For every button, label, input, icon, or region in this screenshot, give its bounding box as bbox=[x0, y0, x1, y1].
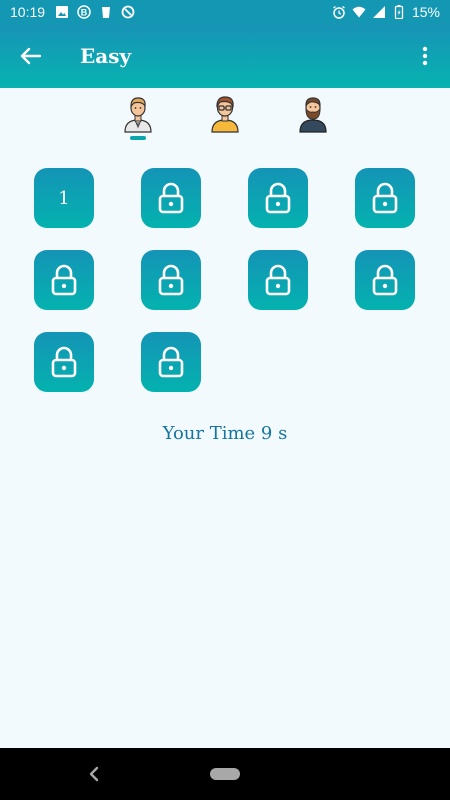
lock-icon bbox=[372, 264, 398, 296]
battery-percent: 15% bbox=[411, 4, 440, 20]
level-tile-locked[interactable] bbox=[141, 168, 201, 228]
level-tile-locked[interactable] bbox=[248, 250, 308, 310]
more-vert-icon bbox=[422, 46, 428, 66]
level-number: 1 bbox=[58, 187, 70, 209]
lock-icon bbox=[158, 182, 184, 214]
alarm-icon bbox=[333, 5, 345, 19]
level-tile-locked[interactable] bbox=[355, 250, 415, 310]
nav-back-icon[interactable] bbox=[84, 762, 104, 786]
level-tile-locked[interactable] bbox=[141, 250, 201, 310]
app-bar: Easy bbox=[0, 24, 450, 88]
cup-icon bbox=[102, 7, 111, 18]
lock-icon bbox=[158, 346, 184, 378]
bearded-man-icon bbox=[299, 97, 327, 133]
avatar-businessman[interactable] bbox=[121, 94, 155, 140]
lock-icon bbox=[265, 264, 291, 296]
battery-icon bbox=[394, 5, 404, 19]
image-icon bbox=[56, 6, 69, 18]
circle-icon bbox=[121, 5, 135, 19]
level-tile-locked[interactable] bbox=[34, 332, 94, 392]
avatar-selector bbox=[0, 94, 450, 144]
avatar-glasses-man[interactable] bbox=[208, 94, 242, 134]
businessman-icon bbox=[124, 97, 152, 133]
svg-text:B: B bbox=[81, 8, 88, 18]
lock-icon bbox=[51, 346, 77, 378]
level-tile-locked[interactable] bbox=[141, 332, 201, 392]
level-tile-locked[interactable] bbox=[34, 250, 94, 310]
nav-home-pill[interactable] bbox=[210, 768, 240, 780]
wifi-icon bbox=[352, 6, 366, 18]
your-time-label: Your Time 9 s bbox=[162, 423, 288, 444]
level-tile-locked[interactable] bbox=[355, 168, 415, 228]
signal-icon bbox=[372, 6, 385, 18]
level-tile-locked[interactable] bbox=[248, 168, 308, 228]
b-icon: B bbox=[77, 5, 91, 19]
lock-icon bbox=[372, 182, 398, 214]
selected-indicator bbox=[130, 136, 146, 140]
lock-icon bbox=[51, 264, 77, 296]
glasses-man-icon bbox=[211, 96, 239, 133]
status-time: 10:19 bbox=[10, 4, 46, 20]
avatar-bearded-man[interactable] bbox=[296, 94, 330, 134]
arrow-left-icon bbox=[20, 47, 41, 65]
page-title: Easy bbox=[80, 44, 132, 68]
level-tile-1[interactable]: 1 bbox=[34, 168, 94, 228]
status-bar: 10:19 B 15% bbox=[0, 0, 450, 24]
lock-icon bbox=[158, 264, 184, 296]
more-options-button[interactable] bbox=[400, 24, 450, 88]
lock-icon bbox=[265, 182, 291, 214]
back-button[interactable] bbox=[0, 24, 60, 88]
system-nav-bar bbox=[0, 748, 450, 800]
